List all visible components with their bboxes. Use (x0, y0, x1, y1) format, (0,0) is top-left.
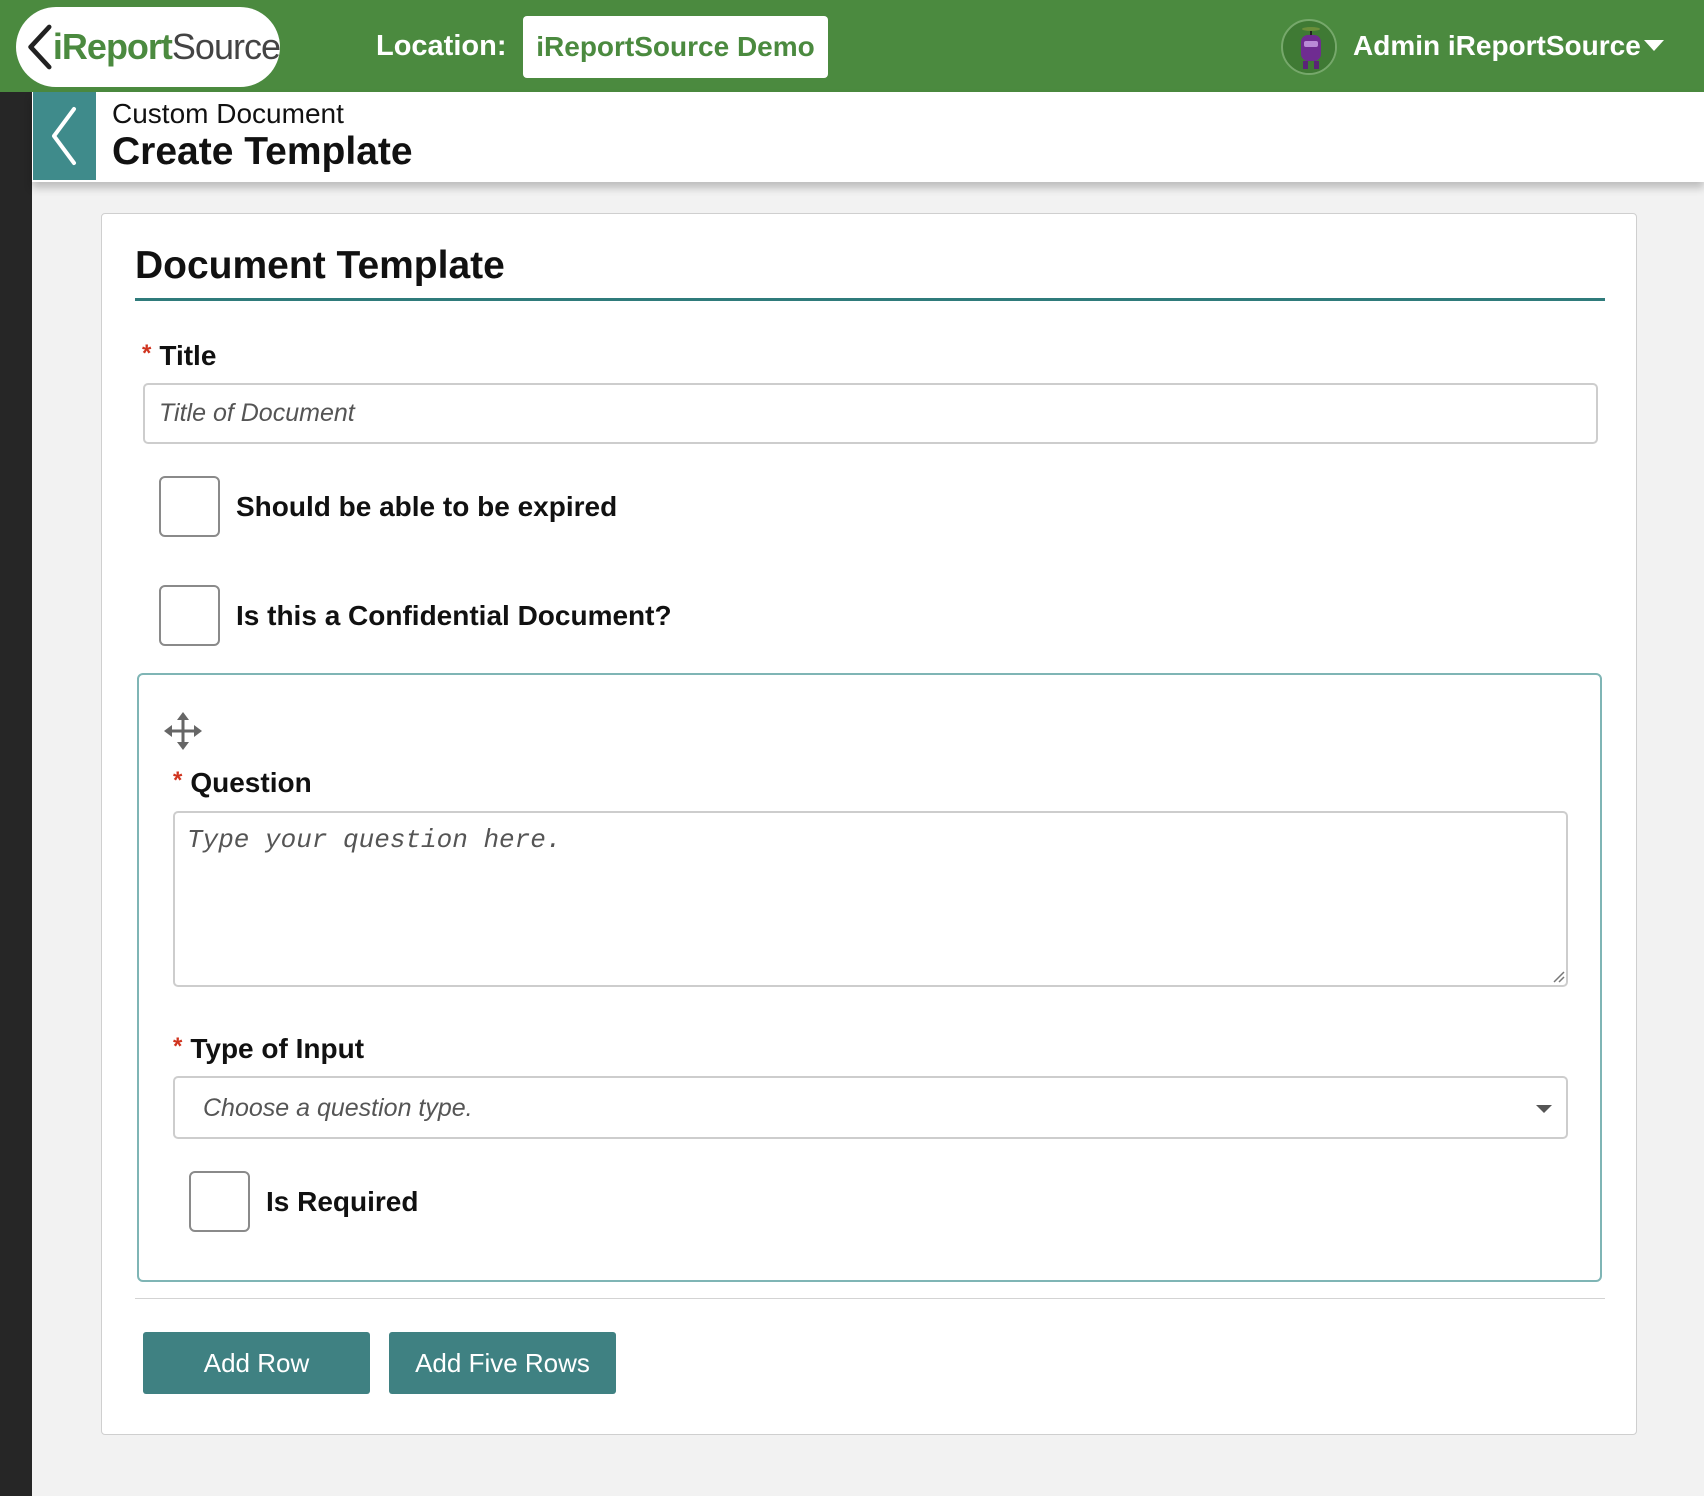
location-selector[interactable]: iReportSource Demo (523, 16, 828, 78)
required-asterisk: * (173, 767, 183, 794)
input-type-select[interactable]: Choose a question type. (173, 1076, 1568, 1139)
breadcrumb: Custom Document (112, 98, 344, 129)
form-divider (135, 1298, 1605, 1299)
move-arrows-icon[interactable] (163, 711, 203, 751)
expirable-checkbox[interactable] (159, 476, 220, 537)
question-label: * Question (173, 767, 312, 798)
section-divider (135, 298, 1605, 301)
back-button[interactable] (33, 92, 96, 180)
title-input[interactable] (143, 383, 1598, 444)
user-avatar[interactable] (1281, 19, 1337, 75)
caret-down-icon[interactable] (1644, 40, 1664, 51)
document-template-card: Document Template *Title Should be able … (101, 213, 1637, 1435)
top-nav-bar: iReportSource Location: iReportSource De… (0, 0, 1704, 92)
confidential-label[interactable]: Is this a Confidential Document? (236, 600, 672, 632)
add-five-rows-button[interactable]: Add Five Rows (389, 1332, 616, 1394)
question-row-panel: *Question *Type of Input Choose a questi… (137, 673, 1602, 1282)
page-title: Create Template (112, 130, 413, 173)
confidential-checkbox-row[interactable]: Is this a Confidential Document? (159, 585, 672, 646)
required-checkbox-row[interactable]: Is Required (189, 1171, 418, 1232)
page-header: Custom Document Create Template (32, 92, 1704, 182)
location-label: Location: (376, 30, 507, 62)
caret-down-icon (1536, 1105, 1552, 1113)
question-textarea[interactable] (173, 811, 1568, 987)
title-label: * Title (142, 340, 217, 371)
avatar-figure-icon (1284, 22, 1335, 73)
expirable-checkbox-row[interactable]: Should be able to be expired (159, 476, 617, 537)
app-logo[interactable]: iReportSource (16, 7, 281, 87)
input-type-label: * Type of Input (173, 1033, 365, 1064)
user-name[interactable]: Admin iReportSource (1353, 30, 1641, 62)
required-asterisk: * (142, 340, 152, 367)
required-asterisk: * (173, 1033, 183, 1060)
logo-text: iReportSource (52, 26, 281, 67)
left-strip (0, 92, 32, 1496)
confidential-checkbox[interactable] (159, 585, 220, 646)
input-type-select-value: Choose a question type. (203, 1094, 473, 1122)
add-row-button[interactable]: Add Row (143, 1332, 370, 1394)
section-title: Document Template (135, 244, 505, 287)
resize-grip-icon[interactable] (1553, 971, 1565, 983)
required-label[interactable]: Is Required (266, 1186, 418, 1218)
chevron-left-icon (51, 107, 76, 165)
expirable-label[interactable]: Should be able to be expired (236, 491, 617, 523)
required-checkbox[interactable] (189, 1171, 250, 1232)
